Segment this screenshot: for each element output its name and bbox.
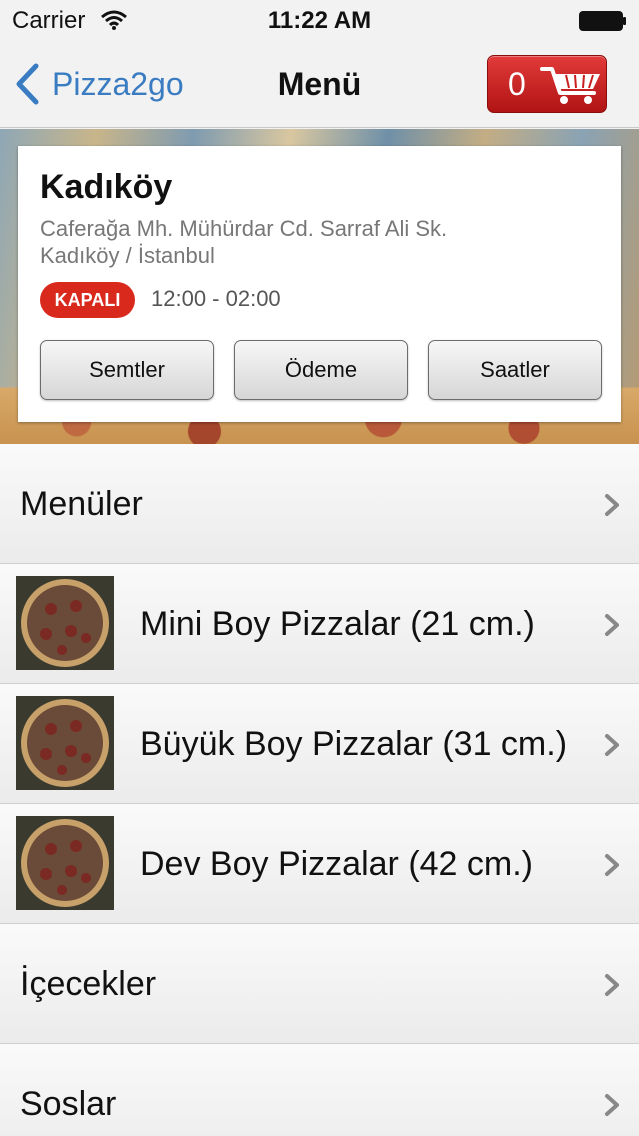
list-item-label: Mini Boy Pizzalar (21 cm.) (140, 605, 535, 643)
back-label: Pizza2go (52, 65, 184, 102)
back-chevron-icon (16, 63, 39, 105)
payment-button[interactable]: Ödeme (234, 340, 408, 400)
list-item-label: İçecekler (20, 965, 157, 1003)
chevron-right-icon (605, 1094, 619, 1116)
nav-bar: Pizza2go Menü 0 (0, 40, 639, 128)
districts-button[interactable]: Semtler (40, 340, 214, 400)
category-list: Menüler Mini Boy Pizzalar (21 cm.) Büyük… (0, 444, 639, 1136)
cart-count: 0 (508, 66, 526, 102)
back-button[interactable]: Pizza2go (14, 62, 184, 106)
store-name: Kadıköy (40, 168, 173, 206)
hours-button[interactable]: Saatler (428, 340, 602, 400)
list-item[interactable]: Soslar (0, 1044, 639, 1136)
list-item-label: Büyük Boy Pizzalar (31 cm.) (140, 725, 568, 763)
chevron-right-icon (605, 734, 619, 756)
list-item-label: Menüler (20, 485, 143, 523)
store-info-card: Kadıköy Caferağa Mh. Mühürdar Cd. Sarraf… (18, 146, 621, 422)
pizza-thumbnail (16, 696, 114, 790)
store-address-line1: Caferağa Mh. Mühürdar Cd. Sarraf Ali Sk. (40, 216, 448, 241)
chevron-right-icon (605, 494, 619, 516)
status-badge: KAPALI (40, 282, 135, 318)
battery-icon (579, 11, 626, 31)
list-item-label: Dev Boy Pizzalar (42 cm.) (140, 845, 533, 883)
chevron-right-icon (605, 974, 619, 996)
list-item[interactable]: Menüler (0, 444, 639, 564)
list-item[interactable]: İçecekler (0, 924, 639, 1044)
chevron-right-icon (605, 614, 619, 636)
store-address-line2: Kadıköy / İstanbul (40, 243, 215, 268)
store-hours: 12:00 - 02:00 (151, 286, 281, 311)
chevron-right-icon (605, 854, 619, 876)
list-item[interactable]: Büyük Boy Pizzalar (31 cm.) (0, 684, 639, 804)
list-item-label: Soslar (20, 1085, 117, 1123)
shopping-cart-icon (540, 67, 600, 104)
status-bar: Carrier 11:22 AM (0, 0, 639, 40)
status-time: 11:22 AM (267, 7, 372, 34)
pizza-thumbnail (16, 576, 114, 670)
list-item[interactable]: Dev Boy Pizzalar (42 cm.) (0, 804, 639, 924)
cart-button[interactable]: 0 (487, 55, 607, 113)
pizza-thumbnail (16, 816, 114, 910)
list-item[interactable]: Mini Boy Pizzalar (21 cm.) (0, 564, 639, 684)
